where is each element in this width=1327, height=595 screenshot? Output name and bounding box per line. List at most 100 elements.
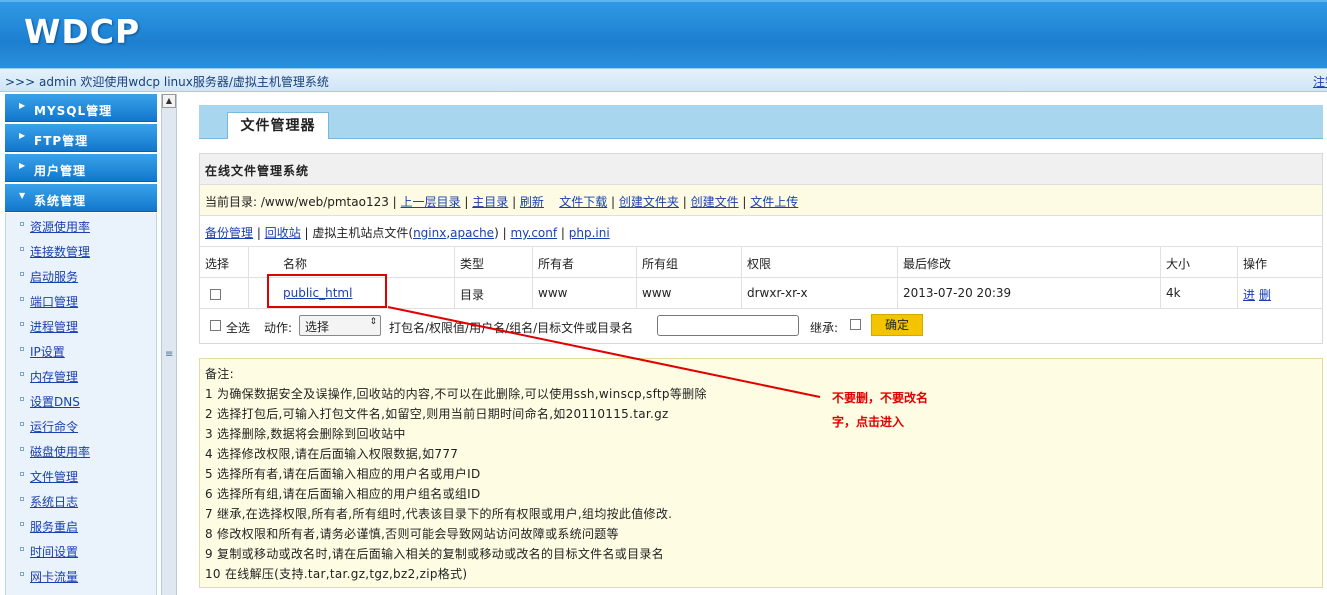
col-ops: 操作: [1243, 257, 1268, 271]
sidebar-item-label[interactable]: 资源使用率: [30, 218, 90, 235]
sidebar-scrollbar[interactable]: ▲ ≡: [161, 94, 177, 595]
vhost-text: 虚拟主机站点文件(: [312, 226, 414, 240]
col-select: 选择: [205, 257, 230, 271]
sidebar-item-label[interactable]: 内存管理: [30, 368, 78, 385]
menu-ftp[interactable]: ▶ FTP管理: [5, 124, 157, 152]
nginx-link[interactable]: nginx: [413, 226, 446, 240]
file-modified: 2013-07-20 20:39: [903, 286, 1012, 300]
sidebar: ▶ MYSQL管理 ▶ FTP管理 ▶ 用户管理 ▼ 系统管理 资源使用率 连接数管理 …: [0, 94, 159, 595]
select-arrows-icon: ⇕: [369, 317, 377, 327]
system-submenu: 资源使用率 连接数管理 启动服务 端口管理 进程管理 IP设置 内存管理 设置D…: [5, 213, 157, 595]
confirm-button[interactable]: 确定: [871, 314, 923, 336]
sidebar-item-label[interactable]: 连接数管理: [30, 243, 90, 260]
panel-title: 在线文件管理系统: [200, 154, 1322, 185]
mkdir-link[interactable]: 创建文件夹: [619, 195, 679, 209]
col-perm: 权限: [747, 257, 772, 271]
sidebar-item-label[interactable]: 进程管理: [30, 318, 78, 335]
sidebar-item-label[interactable]: 磁盘使用率: [30, 443, 90, 460]
sidebar-item-label[interactable]: 时间设置: [30, 543, 78, 560]
scroll-up-icon[interactable]: ▲: [162, 94, 176, 108]
bullet-icon: [20, 397, 24, 401]
annotation-line: 字，点击进入: [832, 415, 905, 429]
menu-mysql[interactable]: ▶ MYSQL管理: [5, 94, 157, 122]
tools-row: 备份管理 | 回收站 | 虚拟主机站点文件(nginx,apache) | my…: [200, 216, 1322, 247]
bullet-icon: [20, 572, 24, 576]
download-link[interactable]: 文件下载: [559, 195, 607, 209]
sidebar-item-network[interactable]: 网卡流量: [6, 563, 156, 588]
action-select[interactable]: 选择 ⇕: [299, 315, 381, 336]
triangle-right-icon: ▶: [19, 131, 27, 140]
inherit-checkbox[interactable]: [850, 317, 861, 331]
target-label: 打包名/权限值/用户名/组名/目标文件或目录名: [389, 321, 634, 335]
myconf-link[interactable]: my.conf: [510, 226, 557, 240]
notes-panel: 备注: 1 为确保数据安全及误操作,回收站的内容,不可以在此删除,可以使用ssh…: [199, 358, 1323, 588]
sidebar-item-syslog[interactable]: 系统日志: [6, 488, 156, 513]
bullet-icon: [20, 297, 24, 301]
sidebar-item-processes[interactable]: 进程管理: [6, 313, 156, 338]
sidebar-item-dns[interactable]: 设置DNS: [6, 388, 156, 413]
sidebar-item-label[interactable]: 系统日志: [30, 493, 78, 510]
file-perm: drwxr-xr-x: [747, 286, 808, 300]
backup-link[interactable]: 备份管理: [205, 226, 253, 240]
sidebar-item-ports[interactable]: 端口管理: [6, 288, 156, 313]
grip-icon[interactable]: ≡: [165, 349, 173, 360]
upload-link[interactable]: 文件上传: [750, 195, 798, 209]
sidebar-item-connections[interactable]: 连接数管理: [6, 238, 156, 263]
triangle-right-icon: ▶: [19, 101, 27, 110]
home-dir-link[interactable]: 主目录: [472, 195, 508, 209]
bullet-icon: [20, 222, 24, 226]
col-modified: 最后修改: [903, 257, 952, 271]
bullet-icon: [20, 497, 24, 501]
recycle-link[interactable]: 回收站: [265, 226, 301, 240]
bullet-icon: [20, 447, 24, 451]
sidebar-item-label[interactable]: 设置DNS: [30, 393, 80, 410]
note-line: 3 选择删除,数据将会删除到回收站中: [205, 427, 406, 441]
note-line: 1 为确保数据安全及误操作,回收站的内容,不可以在此删除,可以使用ssh,win…: [205, 387, 707, 401]
sidebar-item-label[interactable]: 文件管理: [30, 468, 78, 485]
sidebar-item-disk[interactable]: 磁盘使用率: [6, 438, 156, 463]
sidebar-item-label[interactable]: 运行命令: [30, 418, 78, 435]
file-group: www: [642, 286, 672, 300]
enter-link[interactable]: 进: [1243, 286, 1255, 303]
up-dir-link[interactable]: 上一层目录: [401, 195, 461, 209]
sidebar-item-resource[interactable]: 资源使用率: [6, 213, 156, 238]
bullet-icon: [20, 272, 24, 276]
logout-link[interactable]: 注销: [1313, 73, 1327, 90]
sidebar-item-label[interactable]: 启动服务: [30, 268, 78, 285]
tab-file-manager[interactable]: 文件管理器: [227, 112, 329, 139]
sidebar-item-restart[interactable]: 服务重启: [6, 513, 156, 538]
note-line: 10 在线解压(支持.tar,tar.gz,tgz,bz2,zip格式): [205, 567, 468, 581]
logo: WDCP: [24, 12, 141, 51]
note-line: 6 选择所有组,请在后面输入相应的用户组名或组ID: [205, 487, 481, 501]
select-all-checkbox[interactable]: [210, 318, 221, 332]
sidebar-item-time[interactable]: 时间设置: [6, 538, 156, 563]
bullet-icon: [20, 347, 24, 351]
tab-bar: 文件管理器: [199, 105, 1323, 139]
menu-system[interactable]: ▼ 系统管理: [5, 184, 157, 212]
action-select-value: 选择: [305, 320, 330, 334]
target-input[interactable]: [657, 315, 799, 336]
directory-toolbar: 当前目录: /www/web/pmtao123 | 上一层目录 | 主目录 | …: [200, 185, 1322, 216]
note-line: 8 修改权限和所有者,请务必谨慎,否则可能会导致网站访问故障或系统问题等: [205, 527, 619, 541]
menu-users[interactable]: ▶ 用户管理: [5, 154, 157, 182]
sidebar-item-label[interactable]: 网卡流量: [30, 568, 78, 585]
mkfile-link[interactable]: 创建文件: [691, 195, 739, 209]
menu-label: FTP管理: [34, 134, 89, 148]
note-line: 4 选择修改权限,请在后面输入权限数据,如777: [205, 447, 459, 461]
sidebar-item-label[interactable]: IP设置: [30, 343, 65, 360]
bullet-icon: [20, 322, 24, 326]
sidebar-item-memory[interactable]: 内存管理: [6, 363, 156, 388]
row-checkbox[interactable]: [210, 287, 221, 301]
welcome-text: >>> admin 欢迎使用wdcp linux服务器/虚拟主机管理系统: [5, 75, 329, 89]
file-owner: www: [538, 286, 568, 300]
sidebar-item-label[interactable]: 端口管理: [30, 293, 78, 310]
delete-link[interactable]: 删: [1259, 286, 1271, 303]
sidebar-item-files[interactable]: 文件管理: [6, 463, 156, 488]
phpini-link[interactable]: php.ini: [569, 226, 610, 240]
sidebar-item-label[interactable]: 服务重启: [30, 518, 78, 535]
sidebar-item-ip[interactable]: IP设置: [6, 338, 156, 363]
sidebar-item-command[interactable]: 运行命令: [6, 413, 156, 438]
refresh-link[interactable]: 刷新: [520, 195, 544, 209]
sidebar-item-services[interactable]: 启动服务: [6, 263, 156, 288]
apache-link[interactable]: apache: [450, 226, 494, 240]
